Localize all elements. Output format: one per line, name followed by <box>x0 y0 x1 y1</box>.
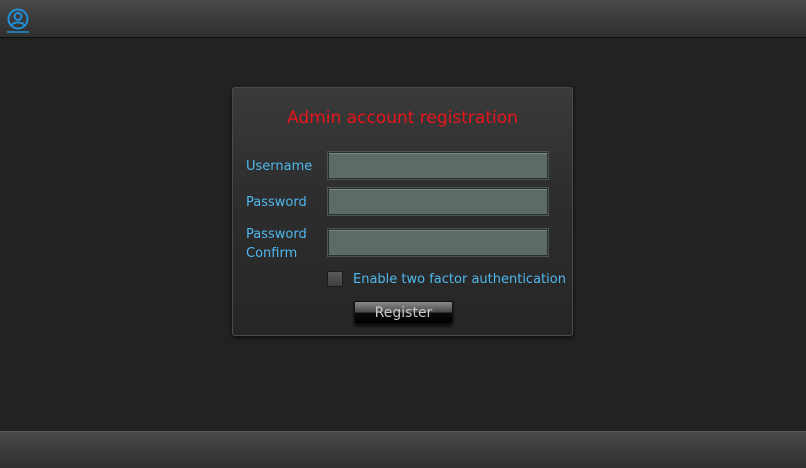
two-factor-label[interactable]: Enable two factor authentication <box>353 271 566 289</box>
password-confirm-label: Password Confirm <box>246 225 307 263</box>
two-factor-checkbox[interactable] <box>327 271 343 287</box>
top-bar <box>0 0 806 38</box>
registration-title: Admin account registration <box>287 108 518 128</box>
password-confirm-label-line1: Password <box>246 227 307 242</box>
registration-panel: Admin account registration Username Pass… <box>232 87 573 336</box>
register-button[interactable]: Register <box>354 301 453 324</box>
username-field[interactable] <box>328 152 548 179</box>
user-account-icon[interactable] <box>6 8 30 34</box>
password-field[interactable] <box>328 188 548 215</box>
main-area: Admin account registration Username Pass… <box>0 38 806 431</box>
password-label: Password <box>246 195 307 210</box>
password-confirm-field[interactable] <box>328 229 548 256</box>
username-label: Username <box>246 159 313 174</box>
password-confirm-label-line2: Confirm <box>246 246 298 261</box>
bottom-bar <box>0 431 806 468</box>
